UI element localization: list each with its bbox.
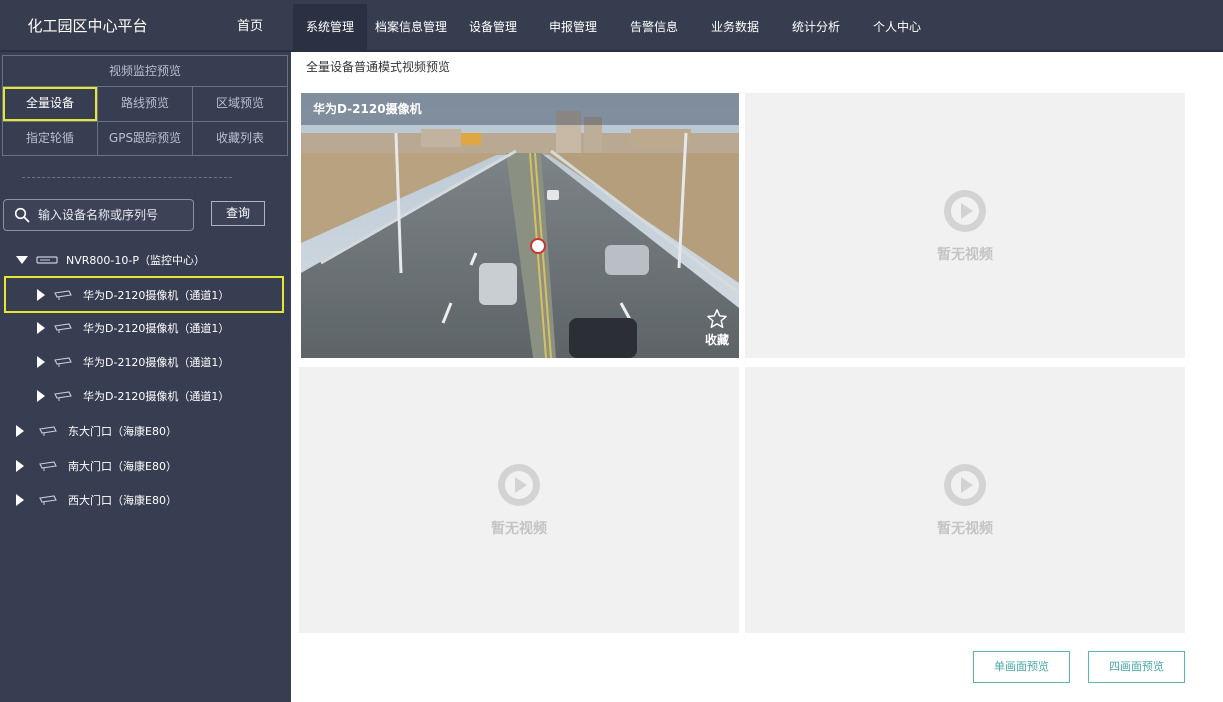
tab-route-preview[interactable]: 路线预览 — [97, 87, 192, 121]
star-icon[interactable] — [706, 308, 728, 330]
caret-right-icon[interactable] — [37, 288, 45, 301]
tree-node-label: 南大门口（海康E80） — [68, 460, 177, 473]
camera-icon — [54, 391, 72, 401]
nav-archive-management[interactable]: 档案信息管理 — [370, 4, 452, 50]
tree-node-label: 华为D-2120摄像机（通道1） — [83, 322, 230, 335]
live-video-frame — [301, 93, 739, 358]
caret-right-icon[interactable] — [16, 460, 24, 472]
tree-node-label: 华为D-2120摄像机（通道1） — [83, 356, 230, 369]
tree-node-south-gate[interactable]: 南大门口（海康E80） — [16, 453, 177, 479]
preview-mode-tabs: 视频监控预览 全量设备 路线预览 区域预览 指定轮循 GPS跟踪预览 收藏列表 — [2, 55, 288, 156]
video-pane-3[interactable]: 暂无视频 — [299, 367, 739, 633]
caret-right-icon[interactable] — [16, 494, 24, 506]
divider — [22, 177, 232, 178]
play-icon — [944, 189, 986, 232]
app-title: 化工园区中心平台 — [27, 17, 148, 35]
video-pane-4[interactable]: 暂无视频 — [745, 367, 1185, 633]
page-breadcrumb: 全量设备普通模式视频预览 — [306, 60, 451, 74]
camera-icon — [54, 323, 72, 333]
nvr-device-icon — [36, 256, 58, 264]
nav-alarm-info[interactable]: 告警信息 — [621, 4, 687, 50]
tab-area-preview[interactable]: 区域预览 — [192, 87, 287, 121]
no-video-text: 暂无视频 — [491, 521, 547, 537]
single-view-button[interactable]: 单画面预览 — [973, 651, 1070, 683]
camera-icon — [54, 357, 72, 367]
nav-statistics[interactable]: 统计分析 — [783, 4, 849, 50]
live-camera-name: 华为D-2120摄像机 — [301, 93, 739, 125]
nav-personal-center[interactable]: 个人中心 — [864, 4, 930, 50]
tree-node-west-gate[interactable]: 西大门口（海康E80） — [16, 487, 177, 513]
nav-system-management[interactable]: 系统管理 — [293, 4, 367, 50]
caret-down-icon[interactable] — [16, 256, 28, 264]
video-pane-2[interactable]: 暂无视频 — [745, 93, 1185, 358]
camera-icon — [54, 289, 72, 300]
camera-icon — [39, 426, 57, 436]
nav-declaration-management[interactable]: 申报管理 — [540, 4, 606, 50]
tree-node-camera-1[interactable]: 华为D-2120摄像机（通道1） — [4, 276, 284, 313]
tree-node-camera-2[interactable]: 华为D-2120摄像机（通道1） — [37, 315, 229, 341]
caret-right-icon[interactable] — [37, 390, 45, 402]
sidebar: 视频监控预览 全量设备 路线预览 区域预览 指定轮循 GPS跟踪预览 收藏列表 … — [0, 52, 291, 702]
tree-node-east-gate[interactable]: 东大门口（海康E80） — [16, 418, 177, 444]
nav-home[interactable]: 首页 — [222, 4, 278, 50]
search-input[interactable] — [38, 200, 188, 230]
nav-business-data[interactable]: 业务数据 — [702, 4, 768, 50]
tree-node-camera-4[interactable]: 华为D-2120摄像机（通道1） — [37, 383, 229, 409]
tab-favorites[interactable]: 收藏列表 — [192, 122, 287, 155]
top-header: 化工园区中心平台 首页 系统管理 档案信息管理 设备管理 申报管理 告警信息 业… — [0, 0, 1223, 52]
tree-node-camera-3[interactable]: 华为D-2120摄像机（通道1） — [37, 349, 229, 375]
play-icon — [498, 464, 540, 506]
tree-node-label: NVR800-10-P（监控中心） — [66, 254, 205, 267]
quad-view-button[interactable]: 四画面预览 — [1088, 651, 1185, 683]
video-pane-live[interactable]: 华为D-2120摄像机 收藏 — [301, 93, 739, 358]
camera-icon — [39, 495, 57, 505]
nav-device-management[interactable]: 设备管理 — [460, 4, 526, 50]
caret-right-icon[interactable] — [37, 322, 45, 334]
tab-all-devices[interactable]: 全量设备 — [3, 87, 97, 121]
play-icon — [944, 464, 986, 506]
tree-node-label: 华为D-2120摄像机（通道1） — [83, 390, 230, 403]
favorite-button[interactable]: 收藏 — [705, 308, 729, 348]
tree-node-label: 东大门口（海康E80） — [68, 425, 177, 438]
no-video-text: 暂无视频 — [937, 521, 993, 537]
tree-node-label: 西大门口（海康E80） — [68, 494, 177, 507]
tree-node-nvr[interactable]: NVR800-10-P（监控中心） — [16, 247, 205, 273]
camera-icon — [39, 461, 57, 471]
tabs-title: 视频监控预览 — [3, 56, 287, 87]
search-icon — [14, 207, 30, 223]
query-button[interactable]: 查询 — [211, 201, 265, 226]
tab-gps-tracking[interactable]: GPS跟踪预览 — [97, 122, 192, 155]
caret-right-icon[interactable] — [16, 425, 24, 437]
no-video-text: 暂无视频 — [937, 246, 993, 263]
tree-node-label: 华为D-2120摄像机（通道1） — [83, 288, 230, 302]
favorite-label: 收藏 — [704, 333, 729, 347]
search-box — [3, 199, 194, 231]
tab-rotation[interactable]: 指定轮循 — [3, 122, 97, 155]
caret-right-icon[interactable] — [37, 356, 45, 368]
